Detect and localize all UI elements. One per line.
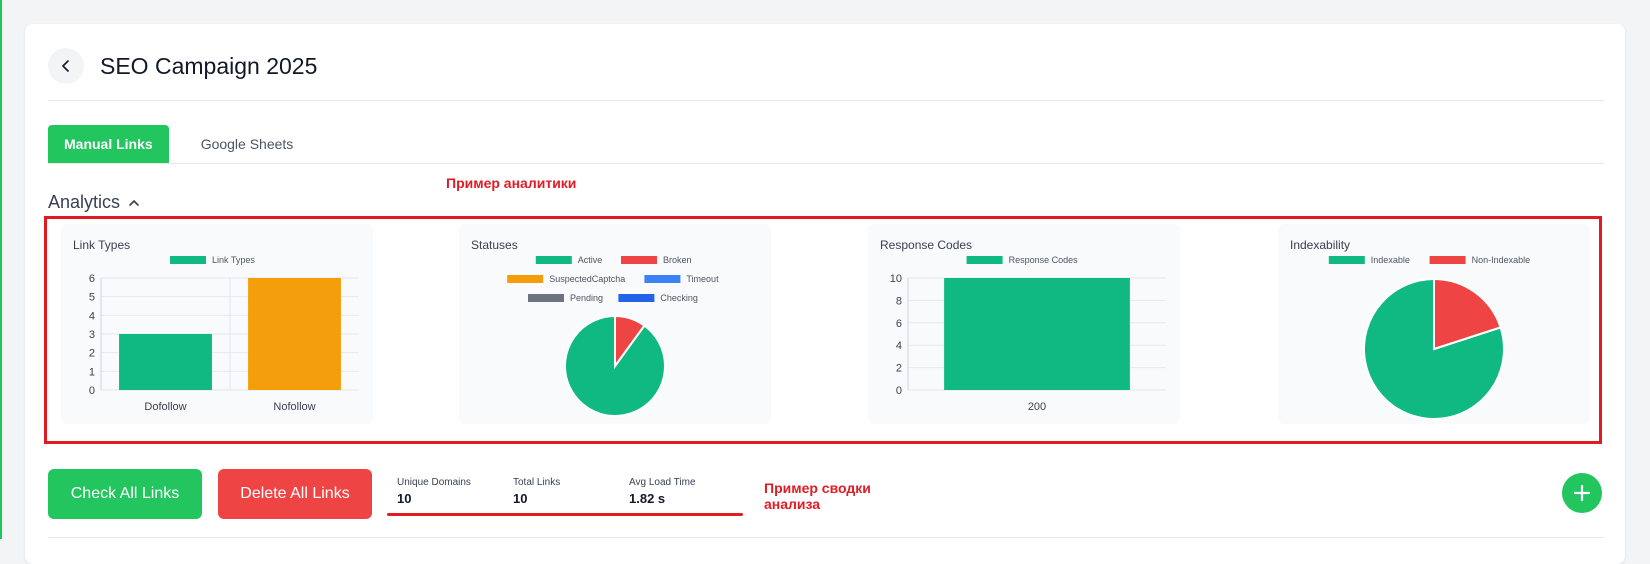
y-tick-label: 4 (896, 340, 902, 352)
legend-label: Link Types (212, 255, 255, 265)
legend-swatch (1328, 256, 1365, 264)
chart-link-types: Link Types 0 1 2 3 4 5 6 Dofollow Nofollow (89, 255, 359, 413)
legend-label: Indexable (1371, 255, 1410, 265)
check-all-links-button[interactable]: Check All Links (48, 469, 202, 519)
y-tick-label: 0 (896, 385, 902, 397)
annotation-summary-line1: Пример сводки (764, 480, 871, 496)
legend-label: Pending (570, 293, 603, 303)
header-divider (48, 100, 1604, 101)
legend-swatch (621, 256, 657, 264)
chart-panel-indexability: Indexability Indexable Non-Indexable (1278, 224, 1590, 424)
back-button[interactable] (48, 48, 84, 84)
annotation-underline (387, 513, 743, 516)
chart-statuses: Active Broken SuspectedCaptcha Timeout Pendi… (507, 255, 719, 417)
stat-label: Total Links (513, 477, 561, 488)
y-tick-label: 6 (896, 318, 902, 330)
chevron-left-icon (62, 60, 69, 72)
bar (119, 334, 212, 390)
chart-panel-statuses: Statuses Active Broken SuspectedCaptcha Tim… (459, 224, 771, 424)
annotation-summary-line2: анализа (764, 496, 821, 512)
legend-swatch (170, 256, 206, 264)
tab-bar: Manual Links Google Sheets (48, 125, 325, 163)
tab-google-sheets[interactable]: Google Sheets (169, 125, 326, 163)
tab-manual-links[interactable]: Manual Links (48, 125, 169, 163)
annotation-analytics-example: Пример аналитики (446, 175, 577, 191)
chart-response-codes: Response Codes 0 2 4 6 8 10 200 (890, 255, 1166, 413)
y-tick-label: 10 (890, 273, 902, 285)
stat-unique-domains: Unique Domains 10 (397, 477, 471, 506)
bar (248, 278, 341, 390)
chart-panel-link-types: Link Types Link Types 0 1 2 3 4 5 6 Dofollow Nofo… (61, 224, 373, 424)
page-header: SEO Campaign 2025 (48, 48, 317, 84)
legend-label: Checking (660, 293, 698, 303)
annotation-summary-example: Пример сводки анализа (764, 480, 871, 512)
legend-label: Response Codes (1009, 255, 1079, 265)
legend-label: Timeout (686, 274, 719, 284)
legend-swatch (966, 256, 1003, 264)
stat-label: Unique Domains (397, 477, 471, 488)
x-tick-label: Dofollow (144, 401, 186, 413)
legend-label: Active (578, 255, 603, 265)
y-tick-label: 8 (896, 295, 902, 307)
legend-swatch (618, 294, 655, 302)
y-tick-label: 0 (89, 385, 95, 397)
analytics-title: Analytics (48, 192, 121, 212)
plus-icon (1573, 484, 1591, 502)
chevron-up-icon (129, 199, 139, 206)
y-tick-label: 6 (89, 273, 95, 285)
stat-label: Avg Load Time (629, 477, 696, 488)
y-tick-label: 3 (89, 329, 95, 341)
legend-label: Broken (663, 255, 692, 265)
y-tick-label: 4 (89, 310, 95, 322)
bar (944, 278, 1130, 390)
analytics-toggle[interactable]: Analytics (48, 192, 140, 213)
chart-panel-response-codes: Response Codes Response Codes 0 2 4 6 8 10 200 (868, 224, 1180, 424)
legend-swatch (507, 275, 544, 283)
y-tick-label: 2 (89, 348, 95, 360)
chart-indexability: Indexable Non-Indexable (1328, 255, 1531, 420)
footer-divider (48, 537, 1604, 538)
x-tick-label: 200 (1028, 401, 1046, 413)
legend-label: Non-Indexable (1472, 255, 1531, 265)
stat-value: 10 (513, 491, 528, 506)
legend-swatch (1429, 256, 1466, 264)
legend-label: SuspectedCaptcha (549, 274, 625, 284)
page-title: SEO Campaign 2025 (100, 52, 318, 79)
y-tick-label: 5 (89, 292, 95, 304)
tabs-divider (48, 163, 1604, 164)
stat-avg-load-time: Avg Load Time 1.82 s (629, 477, 696, 506)
legend-swatch (644, 275, 681, 283)
add-link-button[interactable] (1562, 473, 1602, 513)
stat-total-links: Total Links 10 (513, 477, 560, 506)
y-tick-label: 2 (896, 363, 902, 375)
left-accent-line (0, 0, 2, 539)
x-tick-label: Nofollow (273, 401, 315, 413)
stat-value: 1.82 s (629, 491, 666, 506)
y-tick-label: 1 (89, 366, 95, 378)
legend-swatch (535, 256, 572, 264)
delete-all-links-button[interactable]: Delete All Links (218, 469, 372, 519)
stat-value: 10 (397, 491, 412, 506)
legend-swatch (528, 294, 564, 302)
